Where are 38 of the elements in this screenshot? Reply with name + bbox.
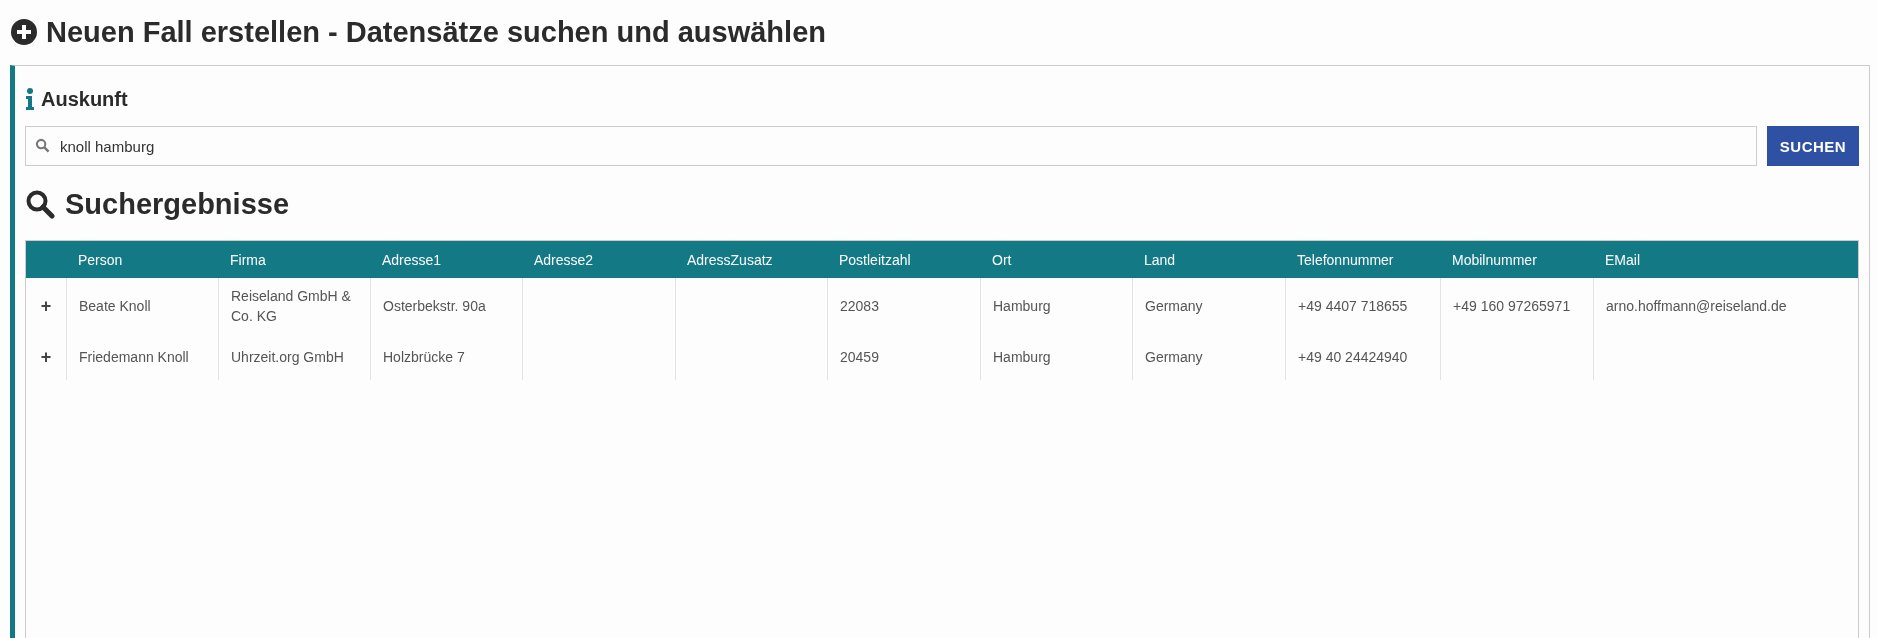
column-header: Adresse2 — [522, 241, 675, 278]
info-icon — [25, 88, 35, 110]
table-cell-text: Osterbekstr. 90a — [383, 297, 486, 316]
column-header: Telefonnummer — [1285, 241, 1440, 278]
search-icon — [35, 138, 50, 153]
table-cell-text: Germany — [1145, 297, 1203, 316]
table-cell-text: 20459 — [840, 348, 879, 367]
results-title: Suchergebnisse — [65, 187, 290, 221]
column-header: EMail — [1593, 241, 1858, 278]
search-field[interactable]: knoll hamburg — [25, 126, 1757, 166]
section-title: Auskunft — [41, 87, 128, 111]
search-icon — [25, 189, 55, 219]
expand-button[interactable]: + — [40, 295, 52, 317]
table-cell-text: Holzbrücke 7 — [383, 348, 465, 367]
table-cell-text: +49 160 97265971 — [1453, 297, 1571, 316]
table-cell-text: +49 4407 718655 — [1298, 297, 1408, 316]
column-header: Land — [1132, 241, 1285, 278]
table-cell-text: Hamburg — [993, 348, 1051, 367]
column-header: Mobilnummer — [1440, 241, 1593, 278]
search-button[interactable]: SUCHEN — [1767, 126, 1859, 166]
table-cell-text: Uhrzeit.org GmbH — [231, 348, 344, 367]
expand-button[interactable]: + — [40, 346, 52, 368]
table-cell-text: arno.hoffmann@reiseland.de — [1606, 297, 1787, 316]
column-header: Firma — [218, 241, 370, 278]
table-cell-text: 22083 — [840, 297, 879, 316]
column-header: Ort — [980, 241, 1132, 278]
table-cell-text: Reiseland GmbH & Co. KG — [231, 287, 352, 326]
table-cell-text: Germany — [1145, 348, 1203, 367]
column-header: AdressZusatz — [675, 241, 827, 278]
page-title: Neuen Fall erstellen - Datensätze suchen und auswählen — [46, 15, 826, 49]
table-cell-text: Hamburg — [993, 297, 1051, 316]
table-cell-text: Friedemann Knoll — [79, 348, 189, 367]
table-cell-text: Beate Knoll — [79, 297, 151, 316]
plus-circle-icon — [10, 18, 38, 46]
table-cell-text: +49 40 24424940 — [1298, 348, 1408, 367]
column-header: Adresse1 — [370, 241, 522, 278]
column-header: Postleitzahl — [827, 241, 980, 278]
column-header: Person — [66, 241, 218, 278]
